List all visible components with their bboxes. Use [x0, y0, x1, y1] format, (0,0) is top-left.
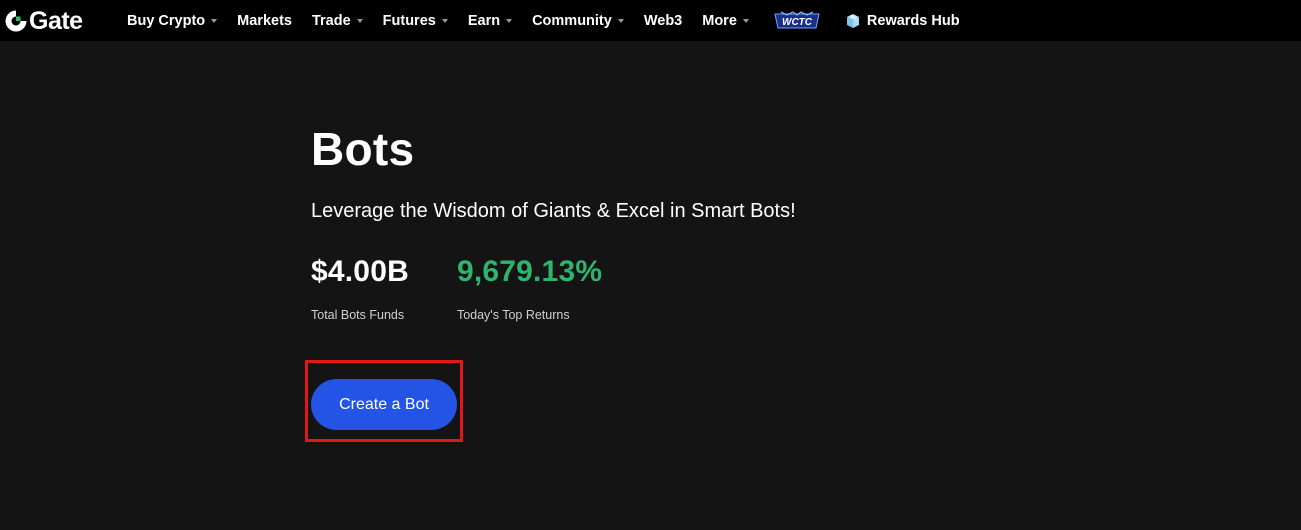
page-title: Bots [311, 123, 415, 175]
stat-label: Total Bots Funds [311, 308, 405, 322]
wctc-logo-icon: WCTC [774, 10, 820, 28]
nav-item-label: More [702, 12, 737, 29]
nav-item-earn[interactable]: Earn [467, 0, 513, 41]
bots-hero: Bots Leverage the Wisdom of Giants & Exc… [311, 121, 1011, 323]
stat-value: $4.00B [311, 255, 409, 288]
wctc-badge-label: WCTC [782, 17, 813, 28]
stat-label: Today's Top Returns [456, 308, 570, 322]
nav-item-more[interactable]: More [702, 0, 749, 41]
chevron-down-icon [356, 19, 363, 23]
stats-row: $4.00B Total Bots Funds 9,679.13% Today'… [311, 254, 1011, 323]
chevron-down-icon [211, 19, 218, 23]
nav-item-label: Markets [237, 12, 292, 29]
nav-item-community[interactable]: Community [532, 0, 624, 41]
create-bot-button[interactable]: Create a Bot [311, 379, 457, 430]
chevron-down-icon [441, 19, 448, 23]
stat-todays-top-returns: 9,679.13% Today's Top Returns [457, 254, 602, 323]
nav-item-web3[interactable]: Web3 [644, 0, 682, 41]
nav-item-label: Futures [382, 12, 436, 29]
chevron-down-icon [742, 19, 749, 23]
stat-total-bots-funds: $4.00B Total Bots Funds [311, 254, 409, 323]
gift-box-icon [846, 13, 859, 28]
rewards-hub-label: Rewards Hub [866, 12, 960, 29]
nav-item-buy-crypto[interactable]: Buy Crypto [127, 0, 218, 41]
nav-item-label: Trade [311, 12, 351, 29]
gate-logo-icon [5, 10, 27, 31]
nav-item-trade[interactable]: Trade [312, 0, 363, 41]
wctc-badge[interactable]: WCTC [771, 10, 823, 32]
main-nav: Buy Crypto Markets Trade Futures Earn Co… [127, 0, 960, 41]
nav-item-label: Earn [467, 12, 501, 29]
chevron-down-icon [617, 19, 624, 23]
cta-highlight-box: Create a Bot [305, 360, 463, 442]
nav-item-label: Buy Crypto [127, 12, 206, 29]
top-navbar: Gate Buy Crypto Markets Trade Futures Ea… [0, 0, 1301, 41]
rewards-hub-link[interactable]: Rewards Hub [845, 13, 960, 29]
gate-logo[interactable]: Gate [4, 7, 114, 35]
nav-item-futures[interactable]: Futures [383, 0, 448, 41]
nav-item-label: Web3 [643, 12, 683, 29]
chevron-down-icon [506, 19, 513, 23]
stat-value: 9,679.13% [456, 255, 603, 288]
logo-text: Gate [29, 6, 83, 35]
nav-item-label: Community [532, 12, 612, 29]
page-subtitle: Leverage the Wisdom of Giants & Excel in… [311, 200, 796, 222]
nav-item-markets[interactable]: Markets [237, 0, 292, 41]
